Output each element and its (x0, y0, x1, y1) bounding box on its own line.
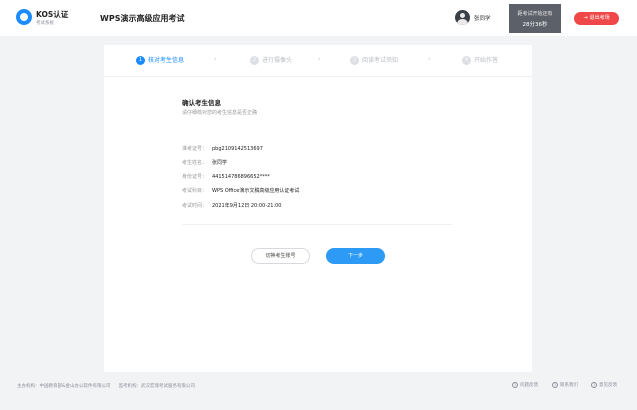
countdown-value: 28分36秒 (522, 22, 548, 28)
exam-title: WPS演示高级应用考试 (100, 14, 185, 23)
step-separator-icon: › (428, 55, 431, 63)
question-icon: ? (591, 382, 597, 388)
info-label: 身份证号： (182, 174, 208, 180)
info-value: 441514786896652**** (212, 174, 270, 180)
footer-link-suggestion[interactable]: ? 意见反馈 (591, 382, 617, 388)
step-number: 1 (136, 56, 145, 65)
step-number: 3 (350, 56, 359, 65)
exit-icon: ⇥ (583, 15, 588, 21)
info-value: pbg2109142513697 (212, 146, 263, 152)
exit-exam-label: 退出考场 (589, 15, 610, 21)
step-label: 核对考生信息 (148, 57, 185, 64)
step-start-answer: 4 开始作答 (462, 56, 498, 66)
divider (182, 224, 452, 225)
step-number: 2 (250, 56, 259, 65)
step-progress: 1 核对考生信息 › 2 进行摄像头 › 3 阅读考试须知 › 4 开始作答 (104, 45, 532, 77)
main-card: 1 核对考生信息 › 2 进行摄像头 › 3 阅读考试须知 › 4 开始作答 确认考生信… (104, 45, 532, 372)
switch-account-button[interactable]: 切换考生账号 (251, 248, 310, 264)
step-separator-icon: › (318, 55, 321, 63)
info-label: 考试科目： (182, 188, 208, 194)
footer-link-label: 意见反馈 (599, 383, 617, 388)
info-label: 准考证号： (182, 146, 208, 152)
info-label: 考试时间： (182, 203, 208, 209)
step-label: 阅读考试须知 (362, 57, 399, 64)
footer-link-feedback[interactable]: ? 问题反馈 (512, 382, 538, 388)
user-name: 张同学 (474, 16, 491, 22)
info-row-id: 身份证号： 441514786896652**** (182, 173, 270, 181)
info-row-subject: 考试科目： WPS Office演示文稿高级应用认证考试 (182, 187, 299, 195)
exit-exam-button[interactable]: ⇥ 退出考场 (574, 12, 619, 25)
top-header: KOS认证 考试系统 WPS演示高级应用考试 张同学 距考试开始还有 28分36… (0, 0, 637, 36)
info-value: 2021年9月12日 20:00-21:00 (212, 203, 282, 209)
brand-name: KOS认证 (36, 10, 69, 19)
countdown-label: 距考试开始还有 (517, 11, 553, 17)
question-icon: ? (552, 382, 558, 388)
info-row-name: 考生姓名： 张同学 (182, 159, 227, 167)
info-row-ticket: 准考证号： pbg2109142513697 (182, 145, 263, 153)
info-value: WPS Office演示文稿高级应用认证考试 (212, 188, 300, 194)
step-read-notice: 3 阅读考试须知 (350, 56, 398, 66)
footer-link-label: 问题反馈 (520, 383, 538, 388)
footer-link-label: 联系我们 (560, 383, 578, 388)
info-value: 张同学 (212, 160, 228, 166)
footer-link-contact[interactable]: ? 联系我们 (552, 382, 578, 388)
question-icon: ? (512, 382, 518, 388)
confirm-title: 确认考生信息 (182, 99, 221, 107)
footer-organizer: 主办机构：中国教育部&金山办公软件有限公司 (17, 384, 111, 389)
step-label: 开始作答 (474, 57, 499, 64)
next-step-button[interactable]: 下一步 (326, 248, 385, 264)
step-number: 4 (462, 56, 471, 65)
step-camera: 2 进行摄像头 (250, 56, 292, 66)
kos-logo-icon (16, 9, 32, 25)
countdown-box: 距考试开始还有 28分36秒 (509, 4, 561, 33)
footer-organizers: 主办机构：中国教育部&金山办公软件有限公司 监考机构：武汉宏瑞考试服务有限公司 (17, 383, 203, 389)
user-avatar (455, 10, 470, 25)
info-row-time: 考试时间： 2021年9月12日 20:00-21:00 (182, 202, 281, 210)
footer-supervisor: 监考机构：武汉宏瑞考试服务有限公司 (118, 384, 196, 389)
info-label: 考生姓名： (182, 160, 208, 166)
step-separator-icon: › (214, 55, 217, 63)
step-verify-info: 1 核对考生信息 (136, 56, 184, 66)
brand-subtitle: 考试系统 (36, 21, 54, 26)
step-label: 进行摄像头 (262, 57, 293, 64)
confirm-subtitle: 请仔细核对您的考生信息是否正确 (182, 110, 258, 116)
